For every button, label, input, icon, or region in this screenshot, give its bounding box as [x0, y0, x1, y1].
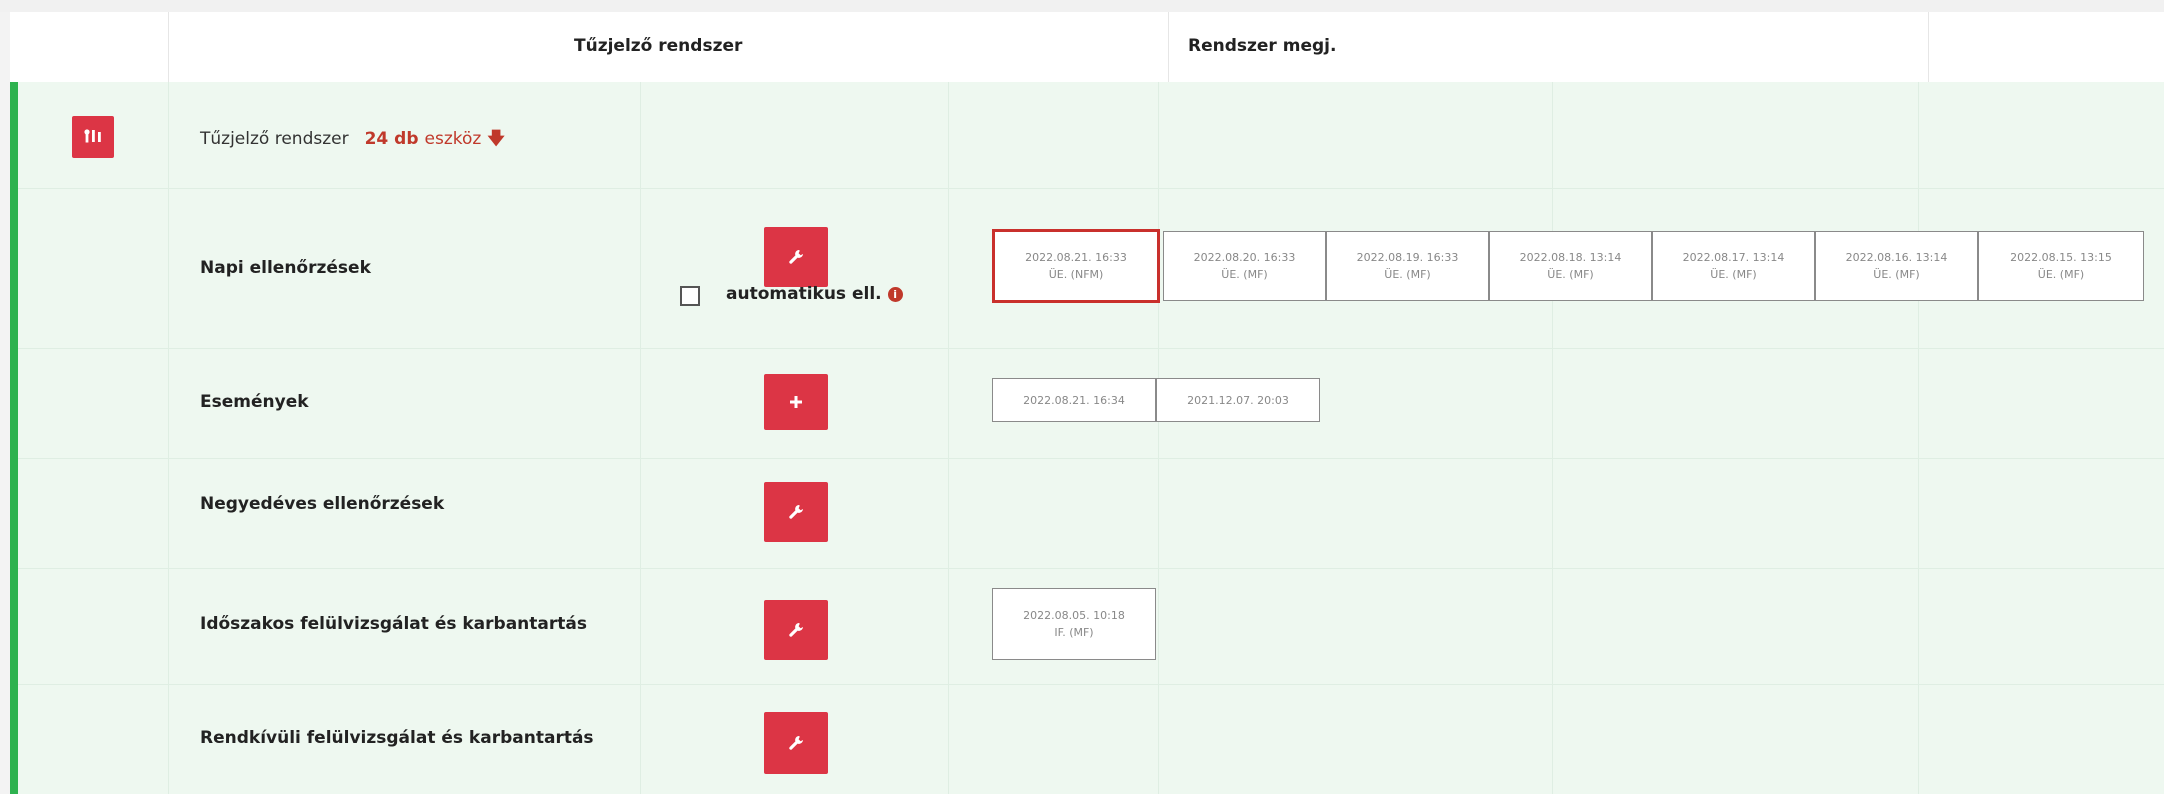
daily-check-entry[interactable]: 2022.08.16. 13:14 ÜE. (MF): [1815, 231, 1978, 301]
daily-check-entry[interactable]: 2022.08.18. 13:14 ÜE. (MF): [1489, 231, 1652, 301]
row-divider: [18, 684, 2164, 685]
system-tools-button[interactable]: [72, 116, 114, 158]
arrow-down-icon[interactable]: 🡇: [487, 129, 504, 149]
entry-date: 2021.12.07. 20:03: [1187, 393, 1289, 407]
entry-code: ÜE. (NFM): [1048, 268, 1104, 281]
daily-check-entry[interactable]: 2022.08.20. 16:33 ÜE. (MF): [1163, 231, 1326, 301]
entry-date: 2022.08.15. 13:15: [2010, 251, 2112, 264]
periodic-inspection-entry[interactable]: 2022.08.05. 10:18 IF. (MF): [992, 588, 1156, 660]
daily-check-entry[interactable]: 2022.08.15. 13:15 ÜE. (MF): [1978, 231, 2144, 301]
entry-date: 2022.08.21. 16:34: [1023, 393, 1125, 407]
entry-code: ÜE. (MF): [1710, 268, 1757, 281]
wrench-icon: [789, 736, 803, 750]
entry-date: 2022.08.20. 16:33: [1193, 251, 1296, 264]
daily-check-entry[interactable]: 2022.08.21. 16:33 ÜE. (NFM): [992, 229, 1160, 303]
system-summary: Tűzjelző rendszer 24 db eszköz 🡇: [200, 126, 505, 155]
add-event-button[interactable]: [764, 374, 828, 430]
row-divider: [18, 458, 2164, 459]
status-bar: [10, 82, 18, 794]
info-icon[interactable]: i: [887, 287, 903, 302]
tools-icon: [84, 129, 101, 143]
entry-date: 2022.08.18. 13:14: [1519, 251, 1622, 264]
entry-code: ÜE. (MF): [1547, 268, 1594, 281]
row-divider: [18, 188, 2164, 189]
auto-check-label: automatikus ell.: [726, 284, 882, 304]
row-title-quarterly-checks: Negyedéves ellenőrzések: [200, 494, 445, 514]
auto-check-label-wrap: automatikus ell. i: [726, 284, 903, 304]
event-entry[interactable]: 2022.08.21. 16:34: [992, 378, 1156, 422]
entry-code: ÜE. (MF): [2037, 268, 2085, 281]
quarterly-checks-button[interactable]: [764, 482, 828, 542]
row-title-daily-checks: Napi ellenőrzések: [200, 258, 371, 278]
header-extra-cell: [1928, 12, 2164, 82]
row-title-extraordinary-inspection: Rendkívüli felülvizsgálat és karbantartá…: [200, 728, 594, 748]
system-name: Tűzjelző rendszer: [200, 129, 349, 149]
daily-check-entry[interactable]: 2022.08.19. 16:33 ÜE. (MF): [1326, 231, 1489, 301]
daily-check-entry[interactable]: 2022.08.17. 13:14 ÜE. (MF): [1652, 231, 1815, 301]
row-divider: [18, 348, 2164, 349]
row-divider: [18, 568, 2164, 569]
device-count[interactable]: 24 db: [365, 129, 419, 149]
wrench-icon: [789, 505, 803, 519]
entry-date: 2022.08.05. 10:18: [1023, 609, 1125, 622]
daily-checks-button[interactable]: [764, 227, 828, 287]
auto-check-checkbox[interactable]: [680, 286, 700, 306]
row-title-periodic-inspection: Időszakos felülvizsgálat és karbantartás: [200, 614, 587, 634]
extraordinary-inspection-button[interactable]: [764, 712, 828, 774]
entry-code: ÜE. (MF): [1873, 268, 1920, 281]
wrench-icon: [789, 623, 803, 637]
table-header: Tűzjelző rendszer Rendszer megj.: [10, 12, 2164, 82]
entry-date: 2022.08.21. 16:33: [1025, 251, 1127, 264]
device-count-label[interactable]: eszköz: [425, 129, 482, 149]
periodic-inspection-button[interactable]: [764, 600, 828, 660]
entry-date: 2022.08.19. 16:33: [1356, 251, 1459, 264]
entry-code: ÜE. (MF): [1384, 268, 1431, 281]
event-entry[interactable]: 2021.12.07. 20:03: [1156, 378, 1320, 422]
row-title-events: Események: [200, 392, 309, 412]
maintenance-page: Tűzjelző rendszer Rendszer megj. Tűzjelz…: [0, 0, 2164, 794]
entry-date: 2022.08.17. 13:14: [1682, 251, 1785, 264]
entry-code: IF. (MF): [1054, 626, 1094, 639]
plus-icon: [790, 396, 802, 408]
wrench-icon: [789, 250, 803, 264]
header-note-title: Rendszer megj.: [1188, 36, 1337, 56]
top-strip: [0, 0, 2164, 12]
header-system-title: Tűzjelző rendszer: [574, 36, 743, 56]
entry-date: 2022.08.16. 13:14: [1845, 251, 1948, 264]
entry-code: ÜE. (MF): [1221, 268, 1268, 281]
